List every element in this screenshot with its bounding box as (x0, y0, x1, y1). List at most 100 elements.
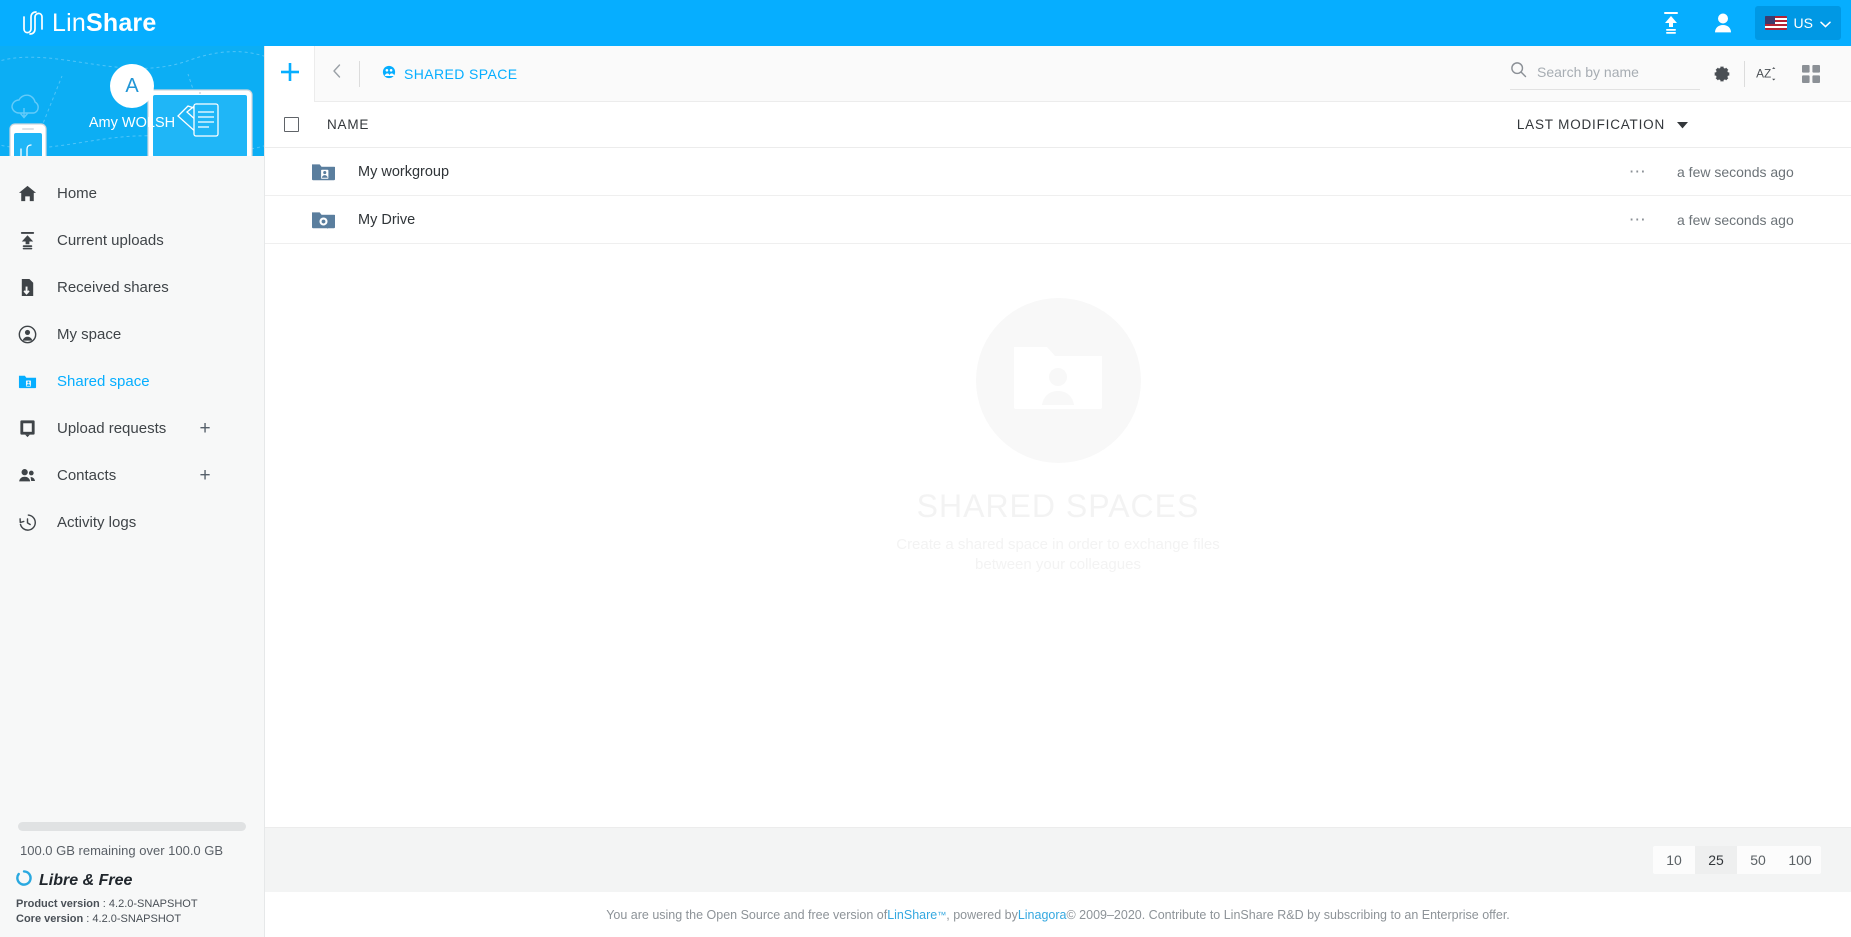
sidebar-item-received-shares[interactable]: Received shares (0, 264, 264, 311)
search-box[interactable] (1510, 58, 1700, 90)
pagination-bar: 10 25 50 100 (265, 827, 1851, 892)
more-dots-icon[interactable]: ⋯ (1621, 163, 1655, 180)
footer-text-2: , powered by (946, 907, 1018, 922)
table-row-modified: a few seconds ago (1677, 163, 1794, 180)
grid-view-icon[interactable] (1789, 46, 1833, 102)
upload-request-icon (18, 419, 46, 438)
product-version-value: : 4.2.0-SNAPSHOT (99, 898, 198, 910)
svg-text:AZ: AZ (1756, 66, 1771, 80)
received-shares-icon (18, 278, 46, 297)
add-upload-request-button[interactable]: + (196, 419, 214, 438)
sidebar-item-my-space[interactable]: My space (0, 311, 264, 358)
home-icon (18, 184, 46, 203)
product-version-label: Product version (16, 898, 100, 910)
sidebar-item-label: Upload requests (57, 420, 167, 437)
page-size-100[interactable]: 100 (1779, 846, 1821, 874)
content-toolbar: SHARED SPACE Search by name AZ (265, 45, 1851, 102)
empty-state-subtitle: Create a shared space in order to exchan… (896, 536, 1220, 573)
table-row[interactable]: My Drive ⋯ a few seconds ago (265, 196, 1851, 244)
toolbar-actions: AZ (1510, 46, 1851, 102)
brand-title-bold: Share (85, 8, 157, 37)
sidebar-user-info: A Amy WOLSH (0, 64, 264, 131)
search-input[interactable] (1537, 64, 1687, 80)
empty-state-watermark: SHARED SPACES Create a shared space in o… (265, 298, 1851, 575)
footer: You are using the Open Source and free v… (265, 892, 1851, 937)
storage-quota-bar (18, 822, 246, 831)
linshare-link[interactable]: LinShare (887, 908, 937, 922)
sidebar-item-label: Current uploads (57, 232, 164, 249)
workgroup-folder-icon (312, 162, 335, 182)
footer-text-3: © 2009–2020. Contribute to LinShare R&D … (1066, 907, 1510, 922)
table-row-name: My Drive (358, 211, 416, 228)
libre-free-label: Libre & Free (39, 871, 133, 889)
libre-free-icon (16, 870, 32, 891)
table-row-name: My workgroup (358, 163, 450, 180)
gear-icon[interactable] (1700, 46, 1744, 102)
brand-title: LinShare (52, 8, 157, 37)
history-clock-icon (18, 513, 46, 532)
sidebar-item-activity-logs[interactable]: Activity logs (0, 499, 264, 546)
us-flag-icon (1764, 16, 1787, 30)
page-size-50[interactable]: 50 (1737, 846, 1779, 874)
caret-down-icon (1677, 117, 1688, 132)
column-header-last-modification[interactable]: LAST MODIFICATION (1517, 117, 1688, 132)
linshare-app: LinShare US A Amy WOLSH Home Current upl… (0, 0, 1851, 937)
chevron-left-icon (331, 63, 343, 84)
page-size-selector: 10 25 50 100 (1653, 846, 1821, 874)
language-selector[interactable]: US (1754, 6, 1841, 40)
sort-alpha-icon[interactable]: AZ (1745, 46, 1789, 102)
brand-logo-area[interactable]: LinShare (22, 8, 156, 38)
page-size-25[interactable]: 25 (1695, 846, 1737, 874)
toolbar-divider (359, 60, 360, 87)
sidebar-item-label: My space (57, 326, 122, 343)
sidebar-item-label: Shared space (57, 373, 150, 390)
table-row[interactable]: My workgroup ⋯ a few seconds ago (265, 148, 1851, 196)
brand-title-thin: Lin (52, 8, 86, 37)
avatar: A (110, 64, 154, 108)
sidebar-item-contacts[interactable]: Contacts + (0, 452, 264, 499)
chevron-down-icon (1820, 15, 1831, 31)
breadcrumb-label: SHARED SPACE (404, 65, 518, 82)
add-button[interactable] (265, 45, 315, 102)
column-header-name: NAME (327, 117, 370, 132)
shared-space-icon (382, 65, 396, 82)
search-icon (1510, 61, 1527, 83)
user-account-icon[interactable] (1697, 0, 1749, 46)
trademark-symbol: ™ (937, 909, 947, 920)
core-version: Core version : 4.2.0-SNAPSHOT (14, 912, 250, 927)
column-header-last-modification-label: LAST MODIFICATION (1516, 117, 1665, 132)
shared-folder-icon (18, 372, 46, 391)
sidebar-item-shared-space[interactable]: Shared space (0, 358, 264, 405)
sidebar-item-label: Activity logs (57, 514, 137, 531)
user-circle-icon (18, 325, 46, 344)
drive-folder-icon (312, 210, 335, 230)
sidebar: A Amy WOLSH Home Current uploads Receive… (0, 46, 265, 937)
linshare-logo-icon (22, 8, 44, 38)
libre-free-badge: Libre & Free (14, 870, 250, 891)
product-version: Product version : 4.2.0-SNAPSHOT (14, 897, 250, 912)
add-contact-button[interactable]: + (196, 466, 214, 485)
table-row-modified: a few seconds ago (1677, 211, 1794, 228)
storage-quota-text: 100.0 GB remaining over 100.0 GB (20, 843, 224, 858)
linagora-link[interactable]: Linagora (1018, 908, 1067, 922)
footer-text-1: You are using the Open Source and free v… (606, 907, 888, 922)
sidebar-item-home[interactable]: Home (0, 170, 264, 217)
upload-icon[interactable] (1645, 0, 1697, 46)
upload-icon (18, 231, 46, 250)
sidebar-item-upload-requests[interactable]: Upload requests + (0, 405, 264, 452)
core-version-value: : 4.2.0-SNAPSHOT (83, 913, 182, 925)
main-content: SHARED SPACE Search by name AZ NAME LAST… (265, 45, 1851, 937)
sidebar-nav: Home Current uploads Received shares My … (0, 156, 264, 546)
page-size-10[interactable]: 10 (1653, 846, 1695, 874)
table-header: NAME LAST MODIFICATION (265, 102, 1851, 148)
sidebar-footer: 100.0 GB remaining over 100.0 GB Libre &… (0, 822, 264, 937)
back-button[interactable] (315, 46, 359, 102)
select-all-checkbox[interactable] (284, 117, 299, 132)
breadcrumb[interactable]: SHARED SPACE (382, 65, 517, 82)
more-dots-icon[interactable]: ⋯ (1621, 211, 1655, 228)
top-header-bar: LinShare US (0, 0, 1851, 46)
sidebar-item-current-uploads[interactable]: Current uploads (0, 217, 264, 264)
top-header-actions: US (1645, 0, 1851, 46)
user-name: Amy WOLSH (88, 115, 176, 131)
sidebar-item-label: Contacts (57, 467, 117, 484)
